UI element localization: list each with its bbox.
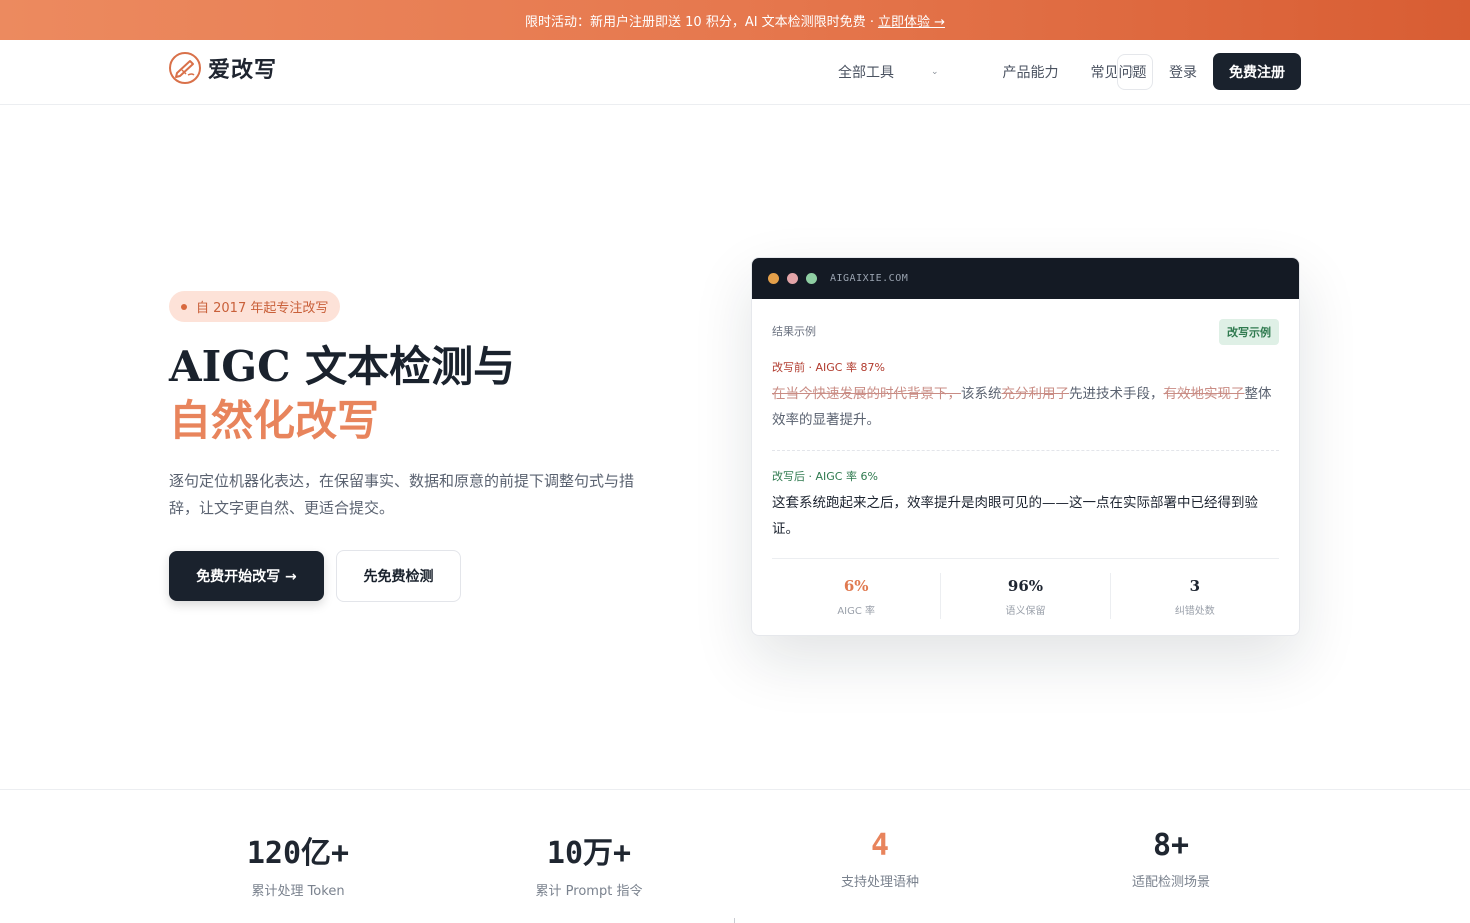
top-navigation: 爱改写 全部工具 ⌄ 产品能力 常见问题 ☾ 登录 免费注册: [0, 40, 1470, 105]
metric-languages: 4 支持处理语种: [750, 828, 1010, 890]
moon-icon: ☾: [1128, 64, 1142, 80]
metric-label: 累计 Prompt 指令: [535, 884, 643, 899]
metric-tokens: 120亿+ 累计处理 Token: [168, 828, 428, 899]
divider: [772, 558, 1279, 559]
theme-toggle-button[interactable]: ☾: [1117, 54, 1153, 90]
logo[interactable]: 爱改写: [168, 51, 277, 85]
hero-title: AIGC 文本检测与 自然化改写: [169, 340, 515, 448]
hero-title-line2: 自然化改写: [169, 396, 380, 445]
metrics-section: 120亿+ 累计处理 Token 10万+ 累计 Prompt 指令 4 支持处…: [0, 789, 1470, 923]
since-badge: 自 2017 年起专注改写: [169, 291, 341, 322]
window-dot-icon: [787, 273, 798, 284]
stat-corrections: 3 纠错处数: [1111, 573, 1279, 619]
before-label: 改写前 · AIGC 率 87%: [772, 361, 885, 374]
announcement-bar: 限时活动：新用户注册即送 10 积分，AI 文本检测限时免费 · 立即体验 →: [0, 0, 1470, 40]
metric-label: 支持处理语种: [840, 875, 919, 890]
announcement-cta-link[interactable]: 立即体验 →: [878, 11, 945, 30]
metric-label: 适配检测场景: [1131, 875, 1210, 890]
deleted-segment: 充分利用了: [1001, 386, 1070, 402]
kept-segment: 该系统: [961, 386, 1002, 402]
deleted-segment: 在当今快速发展的时代背景下，: [772, 386, 961, 402]
hero-title-line1: AIGC 文本检测与: [169, 342, 516, 391]
window-dot-icon: [806, 273, 817, 284]
before-text: 在当今快速发展的时代背景下，该系统充分利用了先进技术手段，有效地实现了整体效率的…: [772, 381, 1282, 433]
after-text: 这套系统跑起来之后，效率提升是肉眼可见的——这一点在实际部署中已经得到验证。: [772, 495, 1258, 537]
start-rewrite-button[interactable]: 免费开始改写 →: [169, 551, 324, 601]
brand-name: 爱改写: [208, 58, 278, 83]
badge-dot: [181, 303, 187, 310]
metric-value: 4: [870, 828, 890, 863]
after-label: 改写后 · AIGC 率 6%: [772, 470, 878, 483]
stat-value: 6%: [843, 577, 869, 595]
nav-item-product[interactable]: 产品能力: [1003, 62, 1059, 82]
hero-description: 逐句定位机器化表达，在保留事实、数据和原意的前提下调整句式与措辞，让文字更自然、…: [169, 472, 635, 517]
card-url: AIGAIXIE.COM: [830, 273, 909, 284]
stat-value: 96%: [1007, 577, 1044, 595]
kept-segment: 先进技术手段，: [1069, 386, 1164, 402]
metric-value: 8+: [1152, 828, 1190, 863]
nav-item-all-tools[interactable]: 全部工具 ⌄: [838, 62, 971, 82]
metric-scenarios: 8+ 适配检测场景: [1041, 828, 1301, 890]
deleted-segment: 有效地实现了: [1163, 386, 1245, 402]
chevron-down-icon: ⌄: [931, 67, 939, 77]
result-label: 结果示例: [772, 325, 816, 338]
stat-label: 纠错处数: [1174, 606, 1215, 617]
card-stats: 6% AIGC 率 96% 语义保留 3 纠错处数: [772, 573, 1279, 619]
pen-logo-icon: [169, 52, 201, 84]
rewrite-tag: 改写示例: [1219, 319, 1279, 345]
metric-prompts: 10万+ 累计 Prompt 指令: [459, 828, 719, 899]
stat-aigc-rate: 6% AIGC 率: [772, 573, 942, 619]
free-detect-button[interactable]: 先免费检测: [336, 550, 461, 602]
card-window-bar: AIGAIXIE.COM: [752, 258, 1299, 299]
window-dot-icon: [768, 273, 779, 284]
badge-text: 自 2017 年起专注改写: [196, 301, 329, 316]
example-card: AIGAIXIE.COM 结果示例 改写示例 改写前 · AIGC 率 87% …: [751, 257, 1300, 636]
stat-label: AIGC 率: [837, 606, 876, 617]
metric-label: 累计处理 Token: [251, 884, 345, 899]
metric-value: 120亿+: [246, 836, 350, 871]
stat-label: 语义保留: [1005, 606, 1046, 617]
nav-item-label: 全部工具: [838, 65, 894, 81]
metric-value: 10万+: [546, 836, 632, 871]
stat-semantic-retention: 96% 语义保留: [941, 573, 1111, 619]
announcement-text: 限时活动：新用户注册即送 10 积分，AI 文本检测限时免费 ·: [525, 14, 874, 30]
login-link[interactable]: 登录: [1169, 62, 1197, 82]
scroll-indicator: [734, 918, 735, 923]
stat-value: 3: [1189, 577, 1201, 595]
divider: [772, 450, 1279, 451]
signup-button[interactable]: 免费注册: [1213, 53, 1301, 90]
